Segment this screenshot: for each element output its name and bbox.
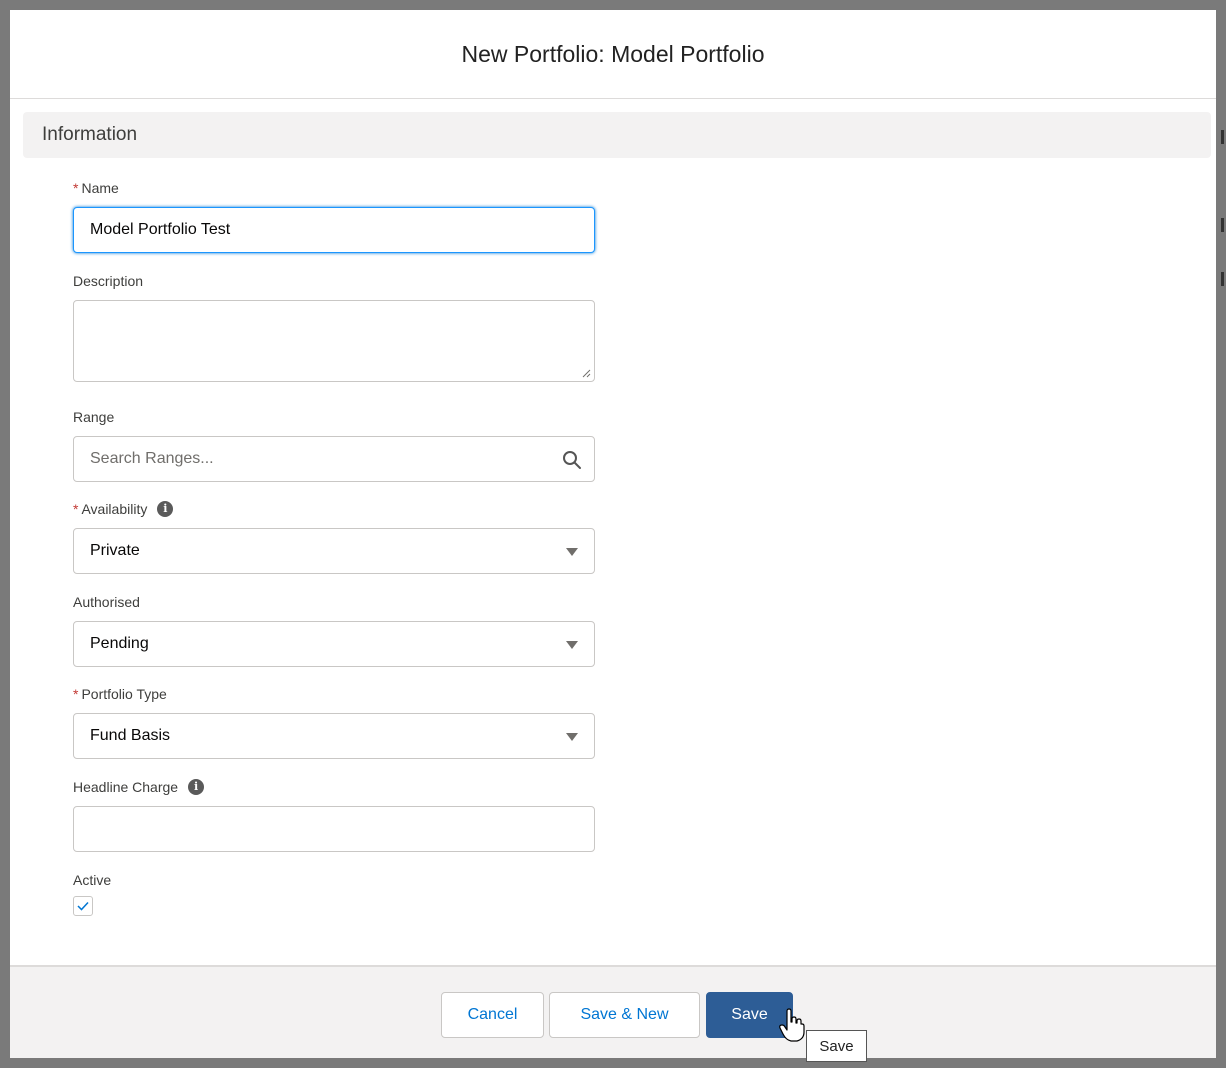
name-input[interactable]: Model Portfolio Test [73,207,595,253]
availability-value: Private [90,542,140,559]
portfolio-type-field: * Portfolio Type Fund Basis [73,684,595,759]
new-portfolio-modal: New Portfolio: Model Portfolio Informati… [10,10,1216,1058]
save-and-new-button[interactable]: Save & New [549,992,700,1038]
modal-title: New Portfolio: Model Portfolio [461,40,765,67]
authorised-value: Pending [90,635,149,652]
active-label: Active [73,872,112,888]
name-input-value: Model Portfolio Test [90,221,231,238]
authorised-field: Authorised Pending [73,592,595,667]
headline-charge-field: Headline Charge i [73,777,595,852]
active-field: Active [73,870,595,916]
headline-charge-label-text: Headline Charge [73,779,179,795]
range-search-input[interactable]: Search Ranges... [73,436,595,482]
required-marker: * [73,180,79,196]
chevron-down-icon [566,641,578,649]
background-edge-mark [1221,218,1224,232]
range-label: Range [73,409,115,425]
cancel-button[interactable]: Cancel [441,992,544,1038]
info-icon[interactable]: i [188,779,205,795]
save-tooltip: Save [806,1030,867,1062]
info-icon[interactable]: i [157,501,174,517]
availability-label: * Availability i [73,499,595,519]
active-checkbox[interactable] [73,896,93,916]
chevron-down-icon [566,733,578,741]
authorised-select[interactable]: Pending [73,621,595,667]
portfolio-type-label-text: Portfolio Type [81,686,167,702]
availability-field: * Availability i Private [73,499,595,574]
headline-charge-label: Headline Charge i [73,777,595,797]
range-field: Range Search Ranges... [73,407,595,482]
background-edge-mark [1221,130,1224,144]
check-icon [77,901,89,911]
name-field: * Name Model Portfolio Test [73,178,595,253]
description-label: Description [73,273,144,289]
resize-grip-icon[interactable] [581,368,591,378]
description-field: Description [73,271,595,382]
availability-label-text: Availability [81,501,148,517]
information-section-header[interactable]: Information [23,112,1211,158]
portfolio-type-label: * Portfolio Type [73,684,595,704]
name-label-text: Name [81,180,119,196]
modal-header: New Portfolio: Model Portfolio [10,10,1216,99]
range-placeholder: Search Ranges... [90,450,214,467]
name-label: * Name [73,178,595,198]
hand-pointer-icon [779,1008,805,1042]
background-edge-mark [1221,272,1224,286]
authorised-label: Authorised [73,594,140,610]
required-marker: * [73,686,79,702]
portfolio-type-select[interactable]: Fund Basis [73,713,595,759]
section-title: Information [42,124,138,145]
description-textarea[interactable] [73,300,595,382]
chevron-down-icon [566,548,578,556]
headline-charge-input[interactable] [73,806,595,852]
required-marker: * [73,501,79,517]
search-icon[interactable] [562,450,582,470]
portfolio-type-value: Fund Basis [90,727,171,744]
availability-select[interactable]: Private [73,528,595,574]
modal-footer: Cancel Save & New Save [10,965,1216,1058]
